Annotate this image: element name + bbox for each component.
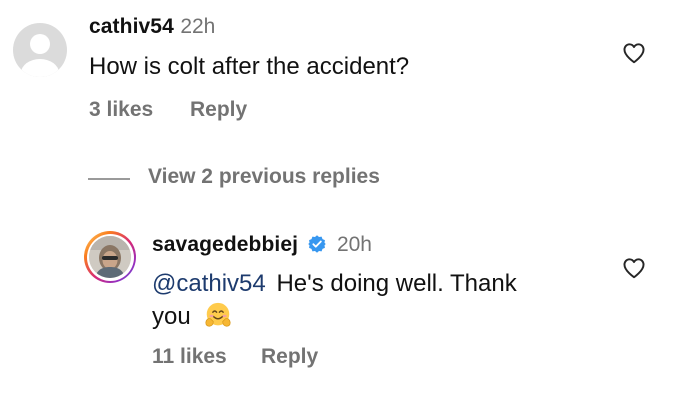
default-avatar-icon (21, 34, 59, 77)
comment-reply-button[interactable]: Reply (190, 98, 247, 122)
commenter-avatar[interactable] (13, 23, 67, 77)
replies-divider (88, 178, 130, 180)
heart-outline-icon (623, 43, 645, 64)
reply-text-line1: @cathiv54 He's doing well. Thank (152, 268, 517, 300)
comment-timestamp[interactable]: 22h (180, 15, 215, 38)
reply-avatar[interactable] (84, 231, 136, 283)
reply-reply-button[interactable]: Reply (261, 345, 318, 369)
reply-like-button[interactable] (621, 255, 647, 286)
reply-text: He's doing well. Thank (276, 270, 517, 297)
reply-timestamp[interactable]: 20h (337, 233, 372, 256)
reply-mention-link[interactable]: @cathiv54 (152, 270, 266, 297)
hugging-face-emoji (205, 302, 231, 327)
reply-text-line2: you (152, 300, 233, 333)
comment-text: How is colt after the accident? (89, 53, 410, 80)
view-previous-replies-button[interactable]: View 2 previous replies (148, 165, 380, 189)
comment-username[interactable]: cathiv54 (89, 15, 174, 38)
heart-outline-icon (623, 258, 645, 279)
reply-like-count[interactable]: 11 likes (152, 345, 227, 369)
reply-username[interactable]: savagedebbiej (152, 233, 298, 256)
reply-avatar-photo (89, 236, 131, 278)
reply-header: savagedebbiej 20h (152, 233, 372, 257)
profile-photo-icon (89, 236, 131, 278)
comment-header: cathiv54 22h (89, 15, 215, 39)
reply-text-continued: you (152, 303, 191, 330)
verified-badge-icon (307, 235, 326, 253)
comment-like-count[interactable]: 3 likes (89, 98, 153, 122)
avatar-ring-gap (86, 233, 134, 281)
comment-like-button[interactable] (621, 40, 647, 71)
